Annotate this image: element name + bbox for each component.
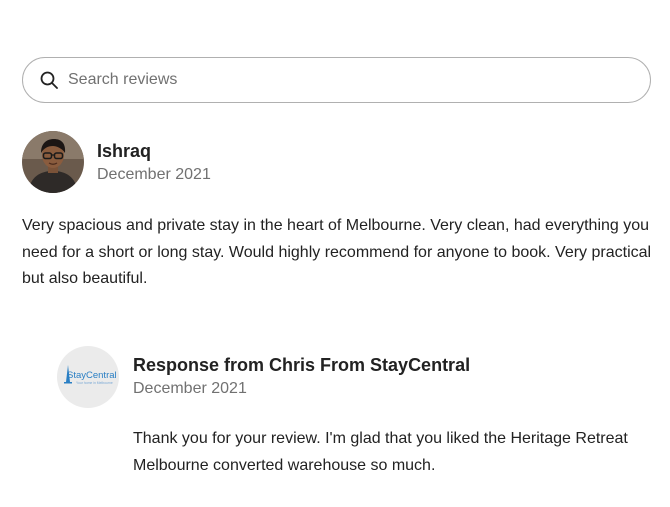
avatar[interactable] xyxy=(22,131,84,193)
logo-tagline-text: Your home in Melbourne xyxy=(76,381,113,385)
logo-brand-text: StayCentral xyxy=(67,370,117,381)
response-title: Response from Chris From StayCentral xyxy=(133,355,471,375)
response-text: Thank you for your review. I'm glad that… xyxy=(133,430,628,474)
reviewer-name: Ishraq xyxy=(97,141,152,161)
host-logo: StayCentral Your home in Melbourne xyxy=(57,346,119,408)
response-date: December 2021 xyxy=(133,380,247,397)
search-icon xyxy=(39,70,59,90)
review-text: Very spacious and private stay in the he… xyxy=(22,217,652,287)
search-input[interactable] xyxy=(68,71,608,89)
review-date: December 2021 xyxy=(97,166,211,183)
search-bar[interactable] xyxy=(22,57,651,103)
